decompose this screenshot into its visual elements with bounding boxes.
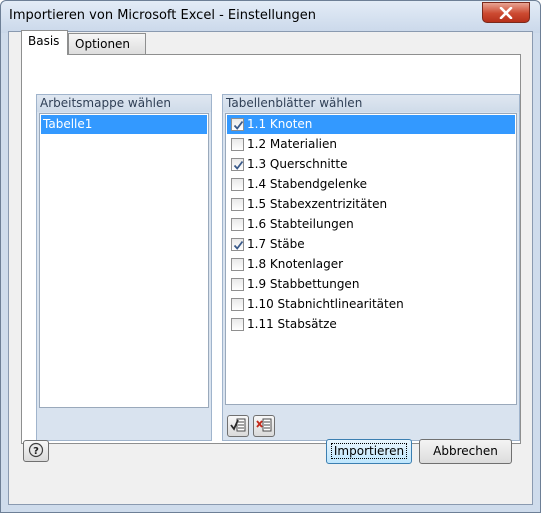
- cancel-button-label: Abbrechen: [433, 444, 498, 458]
- sheets-group-header: Tabellenblätter wählen: [223, 95, 519, 112]
- sheet-item[interactable]: 1.1 Knoten: [227, 115, 515, 134]
- sheet-checkbox[interactable]: [231, 298, 244, 311]
- sheet-item-label: 1.5 Stabexzentrizitäten: [247, 197, 388, 211]
- sheet-checkbox[interactable]: [231, 178, 244, 191]
- svg-text:?: ?: [33, 446, 39, 457]
- select-all-icon: [230, 417, 246, 436]
- deselect-all-icon: [256, 417, 272, 436]
- select-all-button[interactable]: [227, 415, 249, 437]
- sheet-checkbox[interactable]: [231, 318, 244, 331]
- sheet-item-label: 1.10 Stabnichtlinearitäten: [247, 297, 404, 311]
- sheet-checkbox[interactable]: [231, 258, 244, 271]
- cancel-button[interactable]: Abbrechen: [419, 439, 512, 464]
- sheet-checkbox[interactable]: [231, 158, 244, 171]
- sheet-item-label: 1.9 Stabbettungen: [247, 277, 360, 291]
- sheet-checkbox[interactable]: [231, 138, 244, 151]
- sheet-item-label: 1.7 Stäbe: [247, 237, 305, 251]
- sheet-item-label: 1.1 Knoten: [247, 117, 313, 131]
- sheet-checkbox[interactable]: [231, 198, 244, 211]
- sheet-item-label: 1.2 Materialien: [247, 137, 337, 151]
- sheets-group: Tabellenblätter wählen 1.1 Knoten 1.2 Mat…: [222, 94, 520, 441]
- sheet-item[interactable]: 1.9 Stabbettungen: [227, 275, 515, 294]
- sheet-item-label: 1.6 Stabteilungen: [247, 217, 354, 231]
- title-bar[interactable]: Importieren von Microsoft Excel - Einste…: [1, 1, 540, 33]
- help-icon: ?: [28, 442, 44, 461]
- sheet-item[interactable]: 1.8 Knotenlager: [227, 255, 515, 274]
- checkmark-icon: [233, 120, 244, 130]
- workbook-item-tabelle1[interactable]: Tabelle1: [41, 115, 207, 134]
- workbook-group-header: Arbeitsmappe wählen: [37, 95, 211, 112]
- tab-optionen[interactable]: Optionen: [68, 33, 146, 55]
- checkmark-icon: [233, 240, 244, 250]
- sheet-checkbox[interactable]: [231, 218, 244, 231]
- sheet-item-label: 1.4 Stabendgelenke: [247, 177, 368, 191]
- workbook-list[interactable]: Tabelle1: [39, 113, 209, 408]
- sheets-list[interactable]: 1.1 Knoten 1.2 Materialien 1.3 Querschnitt…: [225, 113, 517, 405]
- sheet-item[interactable]: 1.4 Stabendgelenke: [227, 175, 515, 194]
- import-button[interactable]: Importieren: [326, 439, 412, 464]
- sheet-item[interactable]: 1.5 Stabexzentrizitäten: [227, 195, 515, 214]
- workbook-group: Arbeitsmappe wählen Tabelle1: [36, 94, 212, 441]
- help-button[interactable]: ?: [23, 440, 49, 462]
- sheet-checkbox[interactable]: [231, 118, 244, 131]
- sheet-checkbox[interactable]: [231, 238, 244, 251]
- sheet-item[interactable]: 1.3 Querschnitte: [227, 155, 515, 174]
- window-title: Importieren von Microsoft Excel - Einste…: [9, 8, 317, 23]
- list-item-label: Tabelle1: [43, 117, 93, 131]
- sheet-item[interactable]: 1.11 Stabsätze: [227, 315, 515, 334]
- sheet-item[interactable]: 1.7 Stäbe: [227, 235, 515, 254]
- checkmark-icon: [233, 160, 244, 170]
- sheet-item-label: 1.11 Stabsätze: [247, 317, 337, 331]
- tab-label: Basis: [28, 34, 60, 48]
- sheet-item[interactable]: 1.10 Stabnichtlinearitäten: [227, 295, 515, 314]
- tab-label: Optionen: [75, 37, 131, 51]
- close-icon: [499, 6, 513, 19]
- sheet-item[interactable]: 1.6 Stabteilungen: [227, 215, 515, 234]
- sheet-item-label: 1.8 Knotenlager: [247, 257, 344, 271]
- close-button[interactable]: [482, 2, 530, 23]
- sheet-checkbox[interactable]: [231, 278, 244, 291]
- tab-basis[interactable]: Basis: [21, 30, 68, 55]
- sheet-item-label: 1.3 Querschnitte: [247, 157, 348, 171]
- sheet-item[interactable]: 1.2 Materialien: [227, 135, 515, 154]
- deselect-all-button[interactable]: [253, 415, 275, 437]
- import-button-label: Importieren: [330, 443, 408, 459]
